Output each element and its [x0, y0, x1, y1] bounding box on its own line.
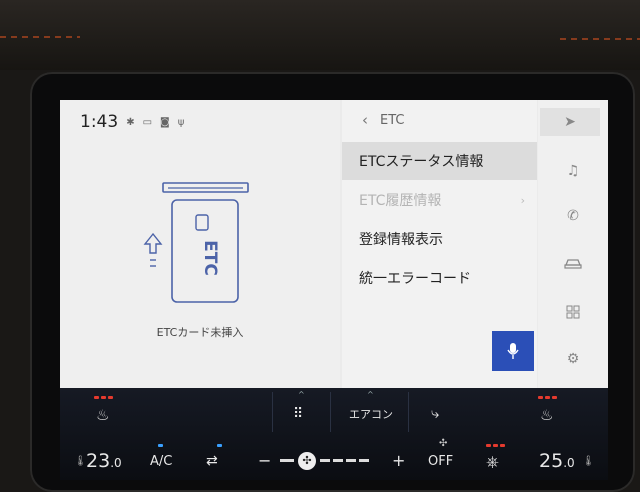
menu-item-etc-status[interactable]: ETCステータス情報	[342, 142, 537, 180]
airflow-person-icon: ⤷	[431, 404, 440, 422]
menu-item-label: ETCステータス情報	[359, 154, 484, 170]
settings-gear-icon[interactable]: ⚙	[538, 344, 608, 374]
fan-segment	[359, 459, 369, 462]
fan-segment	[346, 459, 356, 462]
expand-caret-icon: ^	[298, 390, 305, 399]
heat-level-indicator	[500, 444, 505, 447]
etc-card-text: ETC	[200, 240, 220, 276]
etc-card-illustration: ETC	[143, 182, 249, 303]
steering-heater-icon[interactable]: ⎈	[486, 452, 499, 472]
aircon-button[interactable]: ^ エアコン	[330, 390, 409, 432]
recirc-indicator	[217, 444, 222, 447]
fan-segment	[333, 459, 343, 462]
fan-increase-button[interactable]: +	[392, 451, 405, 470]
climate-bar: ♨ ^ ⠿ ^ エアコン ⤷ ♨ 🌡 23.0 A/C ⇄ − ✣ + ✣ OF…	[60, 388, 608, 480]
passenger-seat-heater-button[interactable]: ♨	[534, 394, 570, 430]
temp-decimal: .0	[563, 456, 575, 470]
heat-level-indicator	[545, 396, 550, 399]
climate-row-bottom: 🌡 23.0 A/C ⇄ − ✣ + ✣ OFF ⎈ 25.0 🌡	[60, 436, 608, 480]
car-icon[interactable]	[538, 248, 608, 278]
heat-level-indicator	[486, 444, 491, 447]
dashboard-stitching	[0, 36, 80, 38]
voice-button[interactable]	[492, 331, 534, 371]
fan-segment	[280, 459, 294, 462]
menu-item-label: ETC履歴情報	[359, 193, 442, 209]
menu-title: ETC	[380, 112, 405, 128]
dashboard-stitching	[560, 38, 640, 40]
menu-item-error-code[interactable]: 統一エラーコード	[342, 259, 537, 297]
aircon-label: エアコン	[349, 408, 393, 421]
ac-button[interactable]: A/C	[150, 454, 172, 469]
fan-icon: ✣	[298, 452, 316, 470]
card-chip	[195, 214, 209, 231]
microphone-icon	[507, 343, 519, 359]
grid-icon: ⠿	[293, 406, 304, 422]
seat-heater-icon: ♨	[96, 406, 110, 424]
thermometer-icon: 🌡	[74, 456, 87, 467]
driver-seat-heater-button[interactable]: ♨	[90, 394, 126, 430]
chevron-right-icon: ›	[520, 193, 525, 207]
ac-indicator	[158, 444, 163, 447]
menu-header: ‹ ETC	[342, 100, 537, 140]
heat-level-indicator	[538, 396, 543, 399]
temp-value: 23	[86, 450, 111, 472]
apps-grid-icon[interactable]	[538, 297, 608, 327]
etc-menu-panel: ‹ ETC ETCステータス情報 ETC履歴情報 › 登録情報表示 統一エラーコ…	[342, 100, 537, 388]
etc-status-panel: 1:43 ✱ ▭ ◙ ψ ETC ETCカード未挿入	[60, 100, 340, 388]
heat-level-indicator	[108, 396, 113, 399]
climate-row-top: ♨ ^ ⠿ ^ エアコン ⤷ ♨	[60, 388, 608, 436]
temp-value: 25	[539, 450, 564, 472]
seat-heater-icon: ♨	[540, 406, 554, 424]
chevron-left-icon[interactable]: ‹	[362, 111, 368, 129]
apps-button[interactable]: ^ ⠿	[272, 390, 331, 432]
heat-level-indicator	[493, 444, 498, 447]
fan-decrease-button[interactable]: −	[258, 451, 271, 470]
passenger-temperature[interactable]: 25.0	[539, 450, 575, 472]
climate-off-button[interactable]: OFF	[428, 454, 453, 469]
fan-segment	[320, 459, 330, 462]
heat-level-indicator	[94, 396, 99, 399]
navigation-icon[interactable]: ➤	[540, 108, 600, 136]
temp-decimal: .0	[110, 456, 122, 470]
infotainment-screen: 1:43 ✱ ▭ ◙ ψ ETC ETCカード未挿入 ‹ ETC ETCステータ…	[60, 100, 608, 480]
recirculation-icon[interactable]: ⇄	[206, 453, 218, 469]
phone-icon[interactable]: ✆	[538, 201, 608, 231]
heat-level-indicator	[101, 396, 106, 399]
thermometer-icon: 🌡	[582, 456, 595, 467]
heat-level-indicator	[552, 396, 557, 399]
menu-item-label: 統一エラーコード	[359, 271, 471, 287]
driver-temperature[interactable]: 23.0	[86, 450, 122, 472]
menu-item-etc-history[interactable]: ETC履歴情報 ›	[342, 181, 537, 219]
insert-arrow-icon	[143, 232, 163, 254]
fan-small-icon: ✣	[439, 438, 448, 449]
fan-speed-slider[interactable]: ✣	[280, 452, 380, 470]
air-flow-button[interactable]: ⤷	[408, 392, 469, 432]
menu-item-registration-info[interactable]: 登録情報表示	[342, 220, 537, 258]
expand-caret-icon: ^	[367, 390, 374, 399]
menu-item-label: 登録情報表示	[359, 232, 443, 248]
shortcut-rail: ➤ ♫ ✆ ⚙	[538, 100, 608, 388]
music-icon[interactable]: ♫	[538, 156, 608, 186]
etc-card-status-label: ETCカード未挿入	[156, 326, 244, 339]
dashboard-trim	[0, 0, 640, 70]
